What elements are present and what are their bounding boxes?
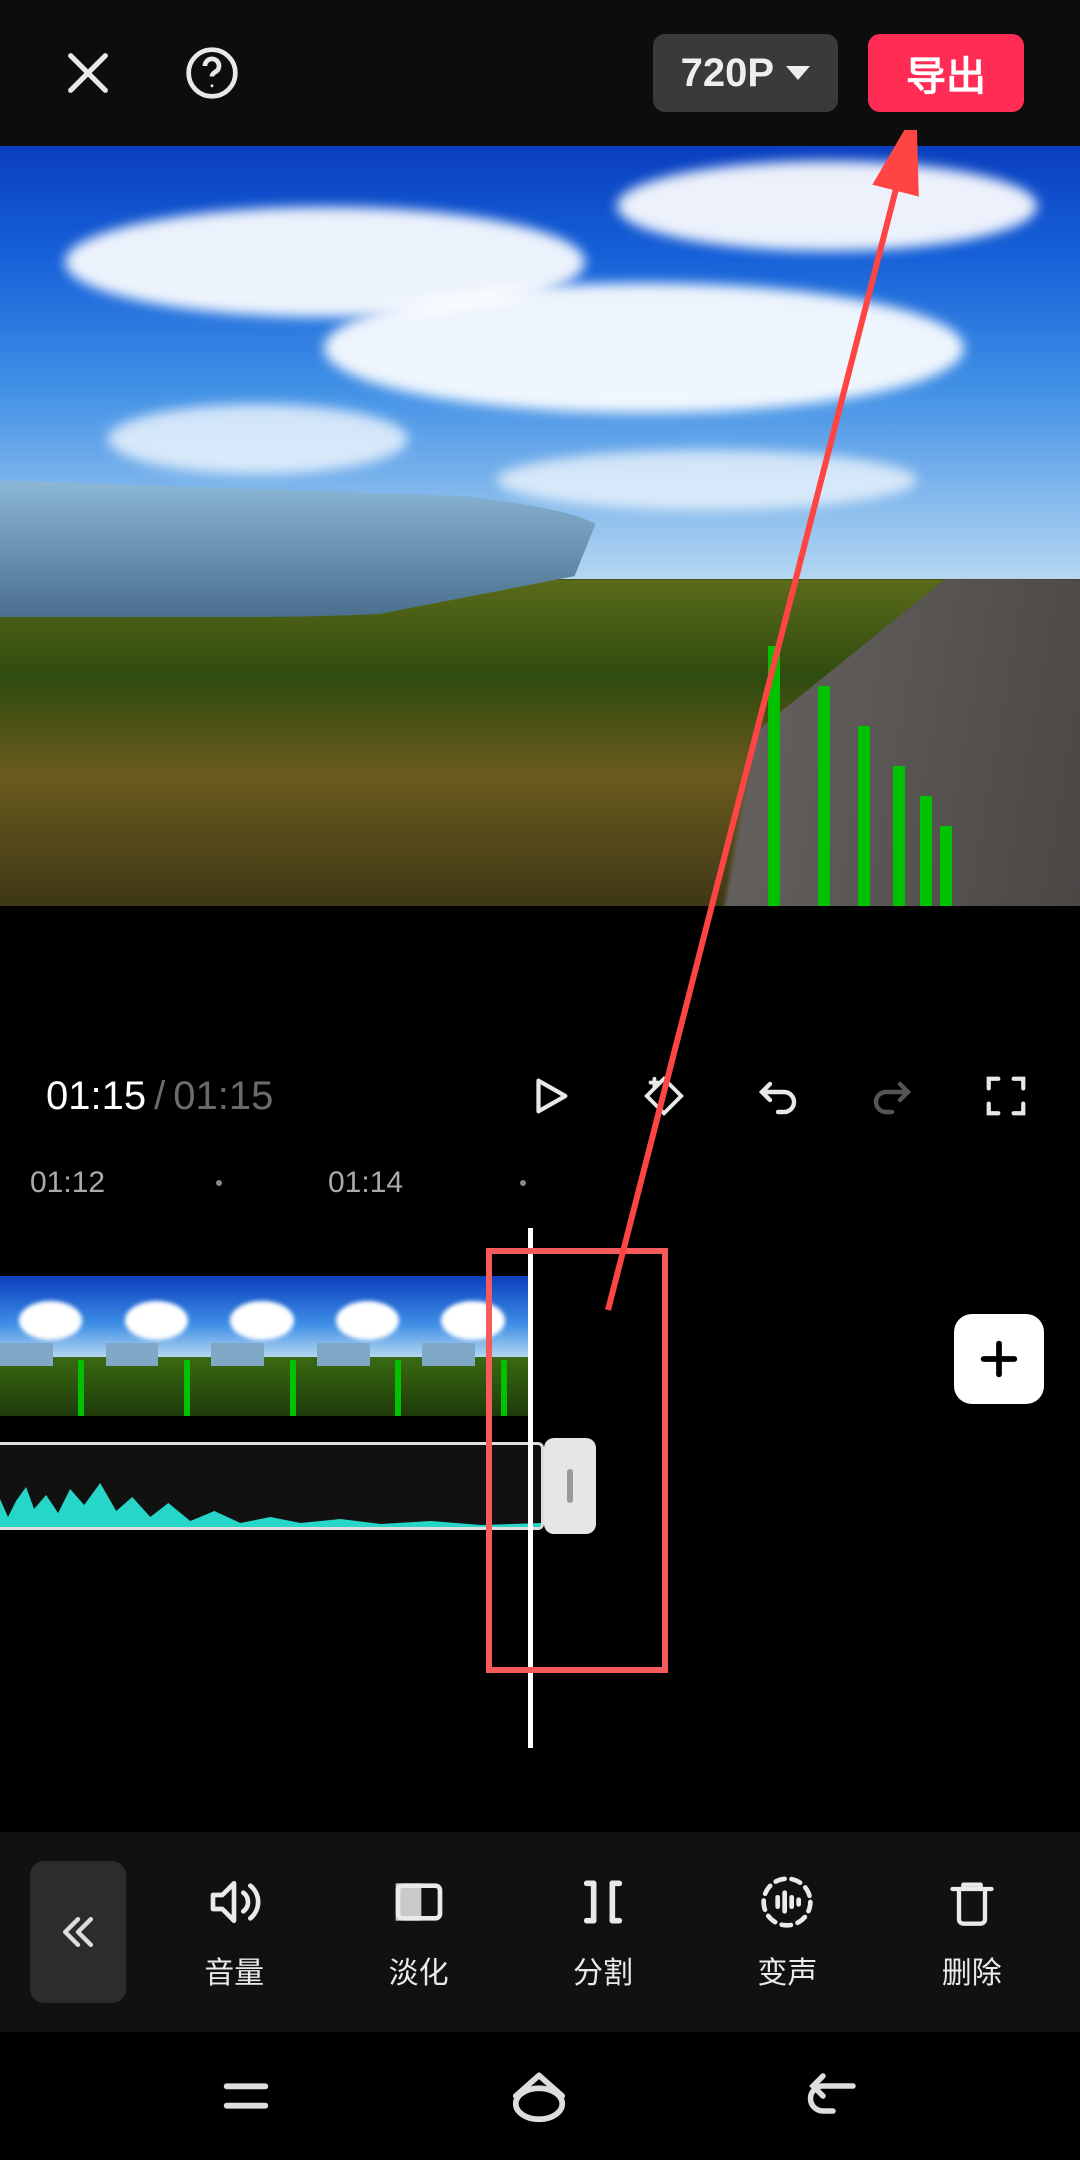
undo-button[interactable] bbox=[750, 1068, 806, 1124]
time-separator: / bbox=[154, 1074, 165, 1119]
tool-label: 音量 bbox=[204, 1948, 264, 1992]
ruler-tick: 01:12 bbox=[30, 1166, 105, 1200]
play-button[interactable] bbox=[522, 1068, 578, 1124]
audio-track[interactable] bbox=[0, 1442, 544, 1530]
nav-home-button[interactable] bbox=[508, 2065, 570, 2127]
fullscreen-button[interactable] bbox=[978, 1068, 1034, 1124]
timeline[interactable]: 01:12 01:14 bbox=[0, 1152, 1080, 1832]
redo-button[interactable] bbox=[864, 1068, 920, 1124]
video-track[interactable] bbox=[0, 1276, 528, 1416]
current-time: 01:15 bbox=[46, 1074, 146, 1119]
tool-volume[interactable]: 音量 bbox=[204, 1872, 264, 1992]
ruler-tick: 01:14 bbox=[328, 1166, 403, 1200]
collapse-toolbar-button[interactable] bbox=[30, 1861, 126, 2003]
tool-delete[interactable]: 删除 bbox=[942, 1872, 1002, 1992]
timeline-ruler: 01:12 01:14 bbox=[0, 1152, 1080, 1212]
export-label: 导出 bbox=[906, 44, 986, 102]
tool-fade[interactable]: 淡化 bbox=[389, 1872, 449, 1992]
export-button[interactable]: 导出 bbox=[868, 34, 1024, 112]
nav-back-button[interactable] bbox=[803, 2066, 863, 2126]
volume-icon bbox=[204, 1872, 264, 1932]
resolution-dropdown[interactable]: 720P bbox=[653, 34, 838, 112]
bottom-toolbar: 音量 淡化 分割 bbox=[0, 1832, 1080, 2032]
chevron-down-icon bbox=[786, 66, 810, 80]
ruler-dot bbox=[520, 1180, 526, 1186]
tool-label: 淡化 bbox=[389, 1948, 449, 1992]
nav-recent-button[interactable] bbox=[217, 2067, 275, 2125]
audio-waveform bbox=[0, 1477, 541, 1527]
total-time: 01:15 bbox=[173, 1074, 273, 1119]
tool-label: 删除 bbox=[942, 1948, 1002, 1992]
tool-split[interactable]: 分割 bbox=[573, 1872, 633, 1992]
system-nav-bar bbox=[0, 2032, 1080, 2160]
tool-voice-change[interactable]: 变声 bbox=[757, 1872, 817, 1992]
fade-icon bbox=[389, 1872, 449, 1932]
voice-change-icon bbox=[757, 1872, 817, 1932]
playhead[interactable] bbox=[528, 1228, 533, 1748]
playback-controls: 01:15 / 01:15 bbox=[0, 1040, 1080, 1152]
clip-drag-handle[interactable] bbox=[544, 1438, 596, 1534]
delete-icon bbox=[942, 1872, 1002, 1932]
editor-top-bar: 720P 导出 bbox=[0, 0, 1080, 146]
keyframe-button[interactable] bbox=[636, 1068, 692, 1124]
help-button[interactable] bbox=[180, 41, 244, 105]
add-clip-button[interactable] bbox=[954, 1314, 1044, 1404]
ruler-dot bbox=[216, 1180, 222, 1186]
resolution-label: 720P bbox=[681, 51, 774, 96]
split-icon bbox=[573, 1872, 633, 1932]
video-preview[interactable] bbox=[0, 146, 1080, 906]
close-button[interactable] bbox=[56, 41, 120, 105]
tool-label: 变声 bbox=[757, 1948, 817, 1992]
tool-label: 分割 bbox=[573, 1948, 633, 1992]
